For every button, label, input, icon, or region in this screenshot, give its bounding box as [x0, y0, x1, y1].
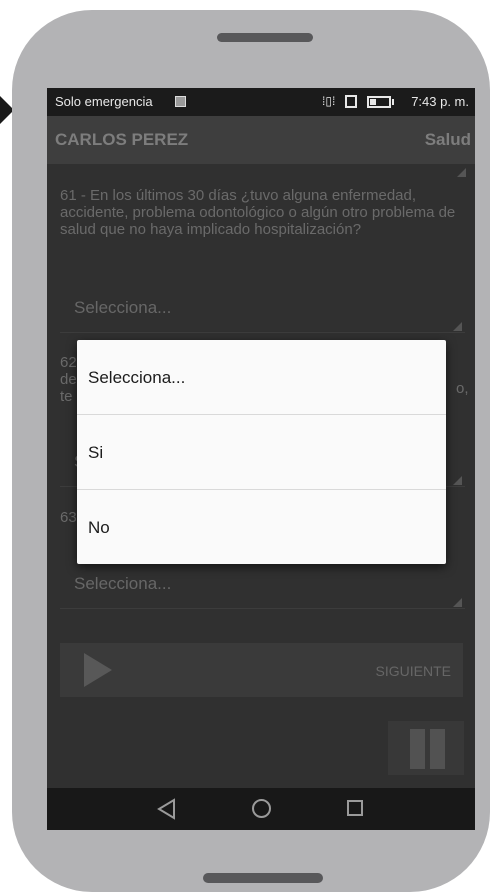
- question-61-select[interactable]: Selecciona...: [60, 284, 465, 333]
- status-carrier-text: Solo emergencia: [55, 94, 153, 109]
- play-icon[interactable]: [84, 653, 112, 687]
- vibrate-icon: ⁞▯⁞: [322, 94, 336, 108]
- dialog-option-selecciona[interactable]: Selecciona...: [77, 340, 446, 415]
- options-dialog: Selecciona... Si No: [77, 340, 446, 564]
- spinner-arrow-icon: [453, 476, 462, 485]
- dialog-option-label: Selecciona...: [88, 368, 186, 387]
- pause-icon-bar-right: [430, 729, 445, 769]
- question-61-text: 61 - En los últimos 30 días ¿tuvo alguna…: [60, 187, 456, 238]
- status-bar: Solo emergencia ⁞▯⁞ 7:43 p. m.: [47, 88, 475, 116]
- recent-apps-icon[interactable]: [347, 800, 363, 816]
- spinner-arrow-icon: [457, 168, 466, 177]
- earpiece-speaker: [217, 33, 313, 42]
- battery-tip: [392, 99, 394, 105]
- battery-icon: [367, 96, 391, 108]
- dialog-option-si[interactable]: Si: [77, 415, 446, 490]
- bottom-speaker: [203, 873, 323, 883]
- next-button[interactable]: SIGUIENTE: [376, 663, 451, 679]
- question-63-select-value: Selecciona...: [74, 574, 172, 593]
- question-62-line2-end: o,: [456, 380, 469, 397]
- notification-icon: [175, 96, 186, 107]
- navigation-bar: SIGUIENTE: [60, 643, 463, 697]
- pause-icon-bar-left: [410, 729, 425, 769]
- home-icon[interactable]: [252, 799, 271, 818]
- battery-level: [370, 99, 376, 105]
- status-time: 7:43 p. m.: [411, 94, 469, 109]
- spinner-arrow-icon: [453, 322, 462, 331]
- dialog-option-no[interactable]: No: [77, 490, 446, 564]
- rotate-icon: [345, 95, 357, 108]
- question-61-select-value: Selecciona...: [74, 298, 172, 317]
- spinner-arrow-icon: [453, 598, 462, 607]
- pause-button[interactable]: [388, 721, 464, 775]
- dialog-option-label: Si: [88, 443, 104, 462]
- respondent-name: CARLOS PEREZ: [55, 130, 189, 149]
- question-63-select[interactable]: Selecciona...: [60, 560, 465, 609]
- phone-screen: Solo emergencia ⁞▯⁞ 7:43 p. m. CARLOS PE…: [47, 88, 475, 830]
- app-header: CARLOS PEREZ Salud: [47, 116, 475, 164]
- system-nav-bar: [47, 788, 475, 830]
- back-icon[interactable]: [157, 798, 177, 820]
- dialog-option-label: No: [88, 518, 110, 537]
- section-title: Salud: [424, 130, 471, 149]
